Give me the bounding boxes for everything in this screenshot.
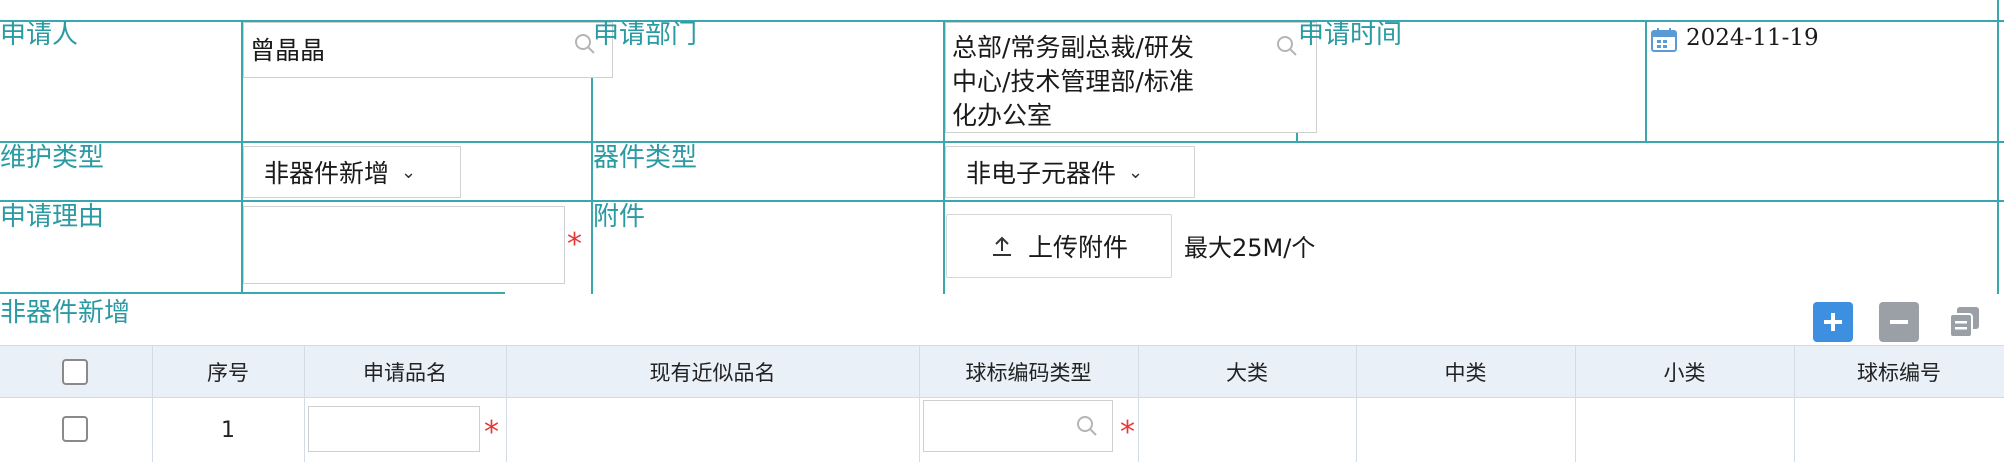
maintain-type-select[interactable]: 非器件新增 ⌄ xyxy=(243,146,461,198)
form-grid-line xyxy=(1997,0,1999,294)
section-title: 非器件新增 xyxy=(0,298,131,328)
department-label: 申请部门 xyxy=(593,20,698,50)
code-type-input[interactable] xyxy=(923,400,1113,452)
table-divider xyxy=(1356,345,1357,462)
calendar-icon[interactable] xyxy=(1650,26,1678,54)
form-grid-line xyxy=(0,200,2004,202)
table-divider xyxy=(152,345,153,462)
table-divider xyxy=(919,345,920,462)
department-field[interactable]: 总部/常务副总裁/研发 中心/技术管理部/标准 化办公室 xyxy=(945,22,1317,133)
form-grid-line xyxy=(0,292,505,294)
apply-time-label: 申请时间 xyxy=(1298,20,1403,50)
upload-label: 上传附件 xyxy=(1027,233,1128,262)
column-header: 球标编码类型 xyxy=(965,360,1092,385)
column-header: 中类 xyxy=(1444,360,1487,385)
code-no-cell xyxy=(1794,398,2004,462)
column-header: 申请品名 xyxy=(363,360,447,385)
applicant-value: 曾晶晶 xyxy=(250,36,326,65)
copy-icon xyxy=(1949,307,1979,338)
column-header: 球标编号 xyxy=(1857,360,1941,385)
row-checkbox[interactable] xyxy=(62,416,88,442)
required-mark: * xyxy=(484,415,499,450)
reason-label: 申请理由 xyxy=(0,202,105,232)
department-line-2: 中心/技术管理部/标准 xyxy=(952,67,1194,96)
table-divider xyxy=(506,345,507,462)
minus-icon xyxy=(1890,320,1908,324)
table-divider xyxy=(1794,345,1795,462)
applicant-field[interactable]: 曾晶晶 xyxy=(243,22,613,78)
search-icon[interactable] xyxy=(1276,35,1298,57)
table-header: 序号 申请品名 现有近似品名 球标编码类型 大类 中类 小类 球标编号 xyxy=(0,345,2004,398)
table-divider xyxy=(1575,345,1576,462)
middle-cell xyxy=(1356,398,1575,462)
remove-row-button[interactable] xyxy=(1879,302,1919,342)
major-cell xyxy=(1138,398,1356,462)
copy-row-button[interactable] xyxy=(1945,302,1985,342)
plus-icon xyxy=(1824,313,1842,331)
department-line-3: 化办公室 xyxy=(952,101,1053,130)
device-type-label: 器件类型 xyxy=(593,143,698,173)
table-divider xyxy=(304,345,305,462)
device-type-value: 非电子元器件 xyxy=(966,159,1117,188)
upload-hint: 最大25M/个 xyxy=(1184,234,1316,262)
search-icon[interactable] xyxy=(1076,415,1098,437)
form-grid-line xyxy=(0,141,2004,143)
chevron-down-icon: ⌄ xyxy=(1128,161,1144,183)
applicant-label: 申请人 xyxy=(0,20,79,50)
column-header: 小类 xyxy=(1663,360,1706,385)
table-row: 1 * * xyxy=(0,398,2004,462)
upload-button[interactable]: 上传附件 xyxy=(946,214,1172,278)
department-line-1: 总部/常务副总裁/研发 xyxy=(952,33,1194,62)
apply-name-input[interactable] xyxy=(308,406,480,452)
add-row-button[interactable] xyxy=(1813,302,1853,342)
column-header: 序号 xyxy=(207,360,249,385)
select-all-checkbox[interactable] xyxy=(62,359,88,385)
upload-icon xyxy=(992,236,1011,256)
column-header: 大类 xyxy=(1226,360,1268,385)
minor-cell xyxy=(1575,398,1794,462)
form-grid-line xyxy=(1645,20,1647,142)
table-divider xyxy=(1138,345,1139,462)
similar-name-cell xyxy=(506,398,919,462)
maintain-type-value: 非器件新增 xyxy=(264,159,390,188)
row-index: 1 xyxy=(221,417,235,443)
chevron-down-icon: ⌄ xyxy=(401,161,417,183)
maintain-type-label: 维护类型 xyxy=(0,143,105,173)
device-type-select[interactable]: 非电子元器件 ⌄ xyxy=(945,146,1195,198)
required-mark: * xyxy=(567,227,582,262)
required-mark: * xyxy=(1120,415,1135,450)
column-header: 现有近似品名 xyxy=(649,360,776,385)
reason-input[interactable] xyxy=(243,206,565,284)
apply-time-value[interactable]: 2024-11-19 xyxy=(1686,20,1819,56)
attachment-label: 附件 xyxy=(593,202,646,232)
